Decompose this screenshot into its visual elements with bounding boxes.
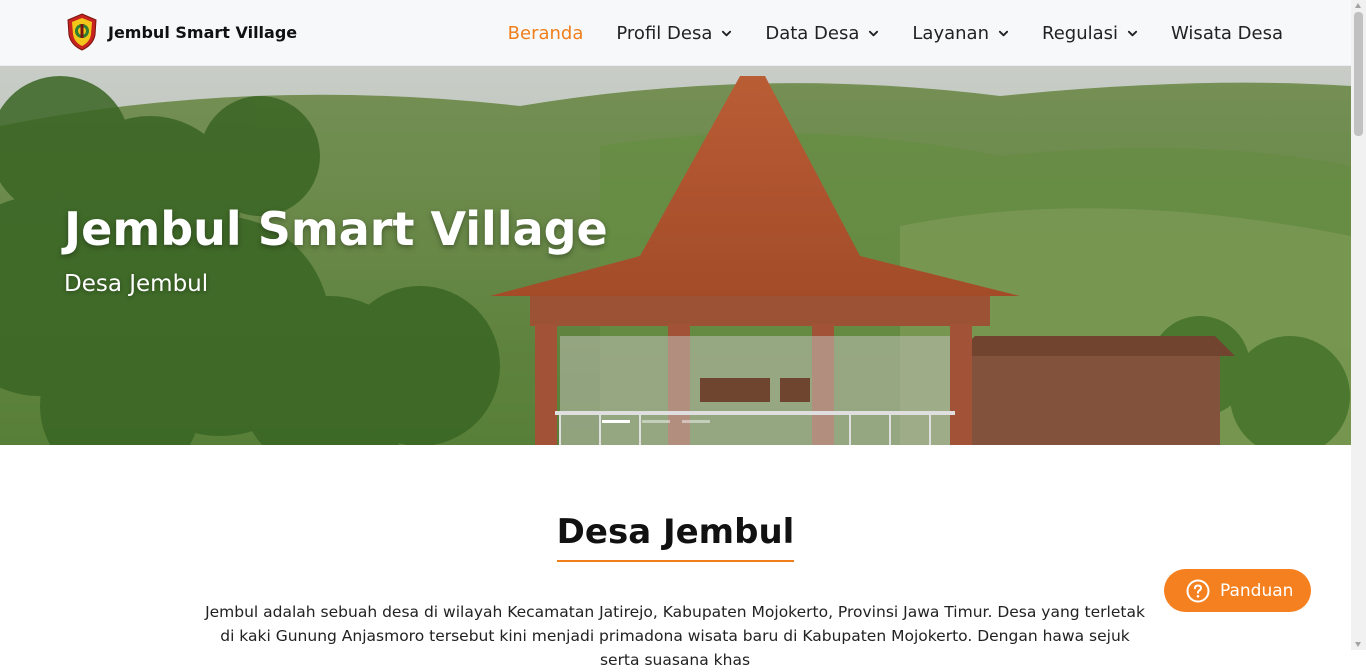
section-title: Desa Jembul <box>556 512 795 562</box>
nav-item-data-desa[interactable]: Data Desa <box>765 23 879 44</box>
brand-name: Jembul Smart Village <box>108 22 298 42</box>
panduan-button[interactable]: Panduan <box>1164 569 1311 612</box>
carousel-indicator[interactable] <box>682 420 710 423</box>
nav-item-label: Layanan <box>912 22 989 44</box>
nav-item-label: Wisata Desa <box>1171 22 1283 44</box>
nav-item-label: Regulasi <box>1042 22 1119 44</box>
carousel-indicators <box>602 420 722 423</box>
section-heading: Desa Jembul <box>0 512 1351 562</box>
village-emblem-icon <box>67 13 97 51</box>
panduan-label: Panduan <box>1220 580 1294 601</box>
carousel-indicator[interactable] <box>642 420 670 423</box>
nav-item-wisata-desa[interactable]: Wisata Desa <box>1171 23 1283 44</box>
top-navbar: Jembul Smart Village Beranda Profil Desa… <box>0 0 1351 66</box>
brand[interactable]: Jembul Smart Village <box>66 12 297 52</box>
scroll-down-icon[interactable] <box>1355 642 1361 647</box>
nav-item-regulasi[interactable]: Regulasi <box>1042 23 1138 44</box>
question-circle-icon <box>1186 579 1210 602</box>
chevron-down-icon <box>869 30 879 36</box>
hero-title: Jembul Smart Village <box>64 202 608 256</box>
main-menu: Beranda Profil Desa Data Desa Layanan Re… <box>475 0 1283 66</box>
carousel-indicator[interactable] <box>602 420 630 423</box>
nav-item-layanan[interactable]: Layanan <box>912 23 1009 44</box>
chevron-down-icon <box>998 30 1009 36</box>
hero-subtitle: Desa Jembul <box>64 271 209 297</box>
scroll-up-icon[interactable] <box>1355 3 1361 8</box>
nav-item-label: Profil Desa <box>616 22 713 44</box>
intro-paragraph: Jembul adalah sebuah desa di wilayah Kec… <box>205 603 1145 669</box>
nav-item-profil-desa[interactable]: Profil Desa <box>616 23 732 44</box>
page-scrollbar[interactable] <box>1351 0 1366 650</box>
chevron-down-icon <box>1127 30 1138 36</box>
scroll-thumb[interactable] <box>1354 12 1363 136</box>
nav-item-label: Beranda <box>507 22 584 44</box>
nav-item-label: Data Desa <box>765 22 860 44</box>
nav-item-beranda[interactable]: Beranda <box>508 23 584 44</box>
hero-carousel[interactable]: Jembul Smart Village Desa Jembul <box>0 66 1351 445</box>
chevron-down-icon <box>722 30 732 36</box>
